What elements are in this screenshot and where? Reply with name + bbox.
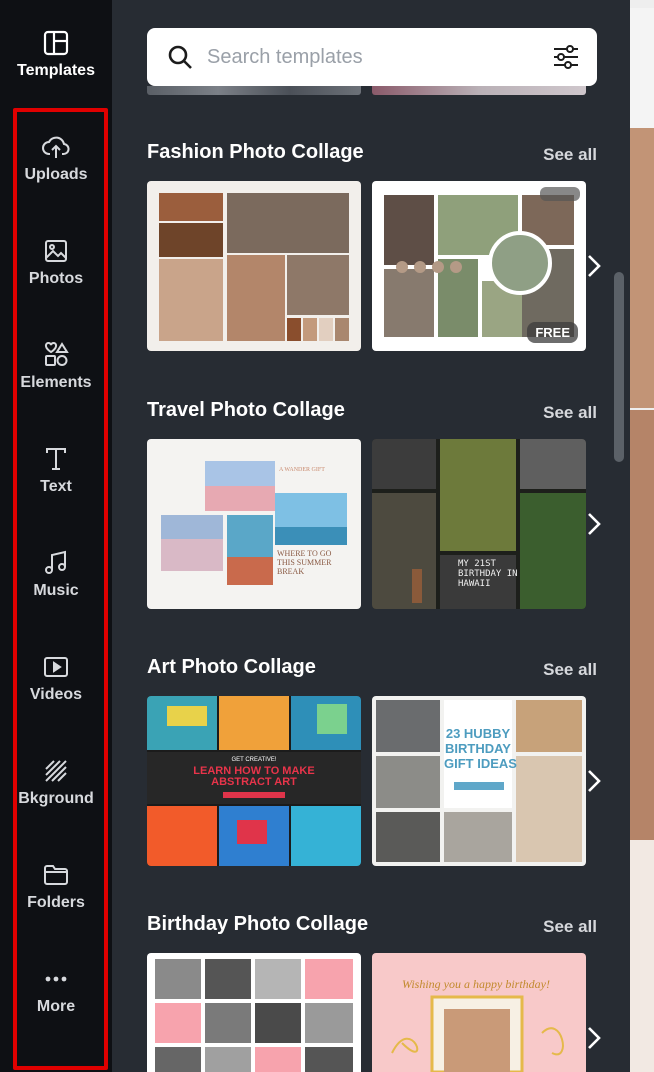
text-icon bbox=[41, 444, 71, 474]
sidebar-item-label: Uploads bbox=[24, 166, 88, 183]
sidebar-item-text[interactable]: Text bbox=[0, 426, 112, 522]
section-title-fashion: Fashion Photo Collage bbox=[147, 141, 364, 163]
scroll-right-chevron-icon[interactable] bbox=[582, 761, 606, 801]
sidebar-item-elements[interactable]: Elements bbox=[0, 322, 112, 418]
sidebar-item-templates[interactable]: Templates bbox=[0, 10, 112, 106]
cloud-upload-icon bbox=[41, 132, 71, 162]
sidebar-item-label: Photos bbox=[28, 270, 84, 287]
folder-icon bbox=[41, 860, 71, 890]
video-play-icon bbox=[41, 652, 71, 682]
see-all-birthday-link[interactable]: See all bbox=[543, 917, 597, 937]
section-title-birthday: Birthday Photo Collage bbox=[147, 913, 369, 935]
photo-icon bbox=[41, 236, 71, 266]
see-all-art-link[interactable]: See all bbox=[543, 660, 597, 680]
see-all-travel-link[interactable]: See all bbox=[543, 403, 597, 423]
card-headline-text: 23 HUBBY BIRTHDAY GIFT IDEAS bbox=[444, 726, 517, 771]
free-badge: FREE bbox=[527, 322, 578, 343]
template-thumbnail-birthday-2[interactable]: Wishing you a happy birthday! bbox=[372, 953, 586, 1072]
sidebar-item-folders[interactable]: Folders bbox=[0, 842, 112, 938]
section-title-art: Art Photo Collage bbox=[147, 656, 316, 678]
sidebar-item-label: Bkground bbox=[18, 790, 94, 807]
panel-scrollbar[interactable] bbox=[614, 272, 624, 462]
sidebar-item-music[interactable]: Music bbox=[0, 530, 112, 626]
scroll-right-chevron-icon[interactable] bbox=[582, 504, 606, 544]
see-all-fashion-link[interactable]: See all bbox=[543, 145, 597, 165]
sidebar-item-label: Templates bbox=[17, 62, 95, 79]
previous-row-thumbnail[interactable] bbox=[147, 86, 361, 95]
template-thumbnail-art-1[interactable]: GET CREATIVE! LEARN HOW TO MAKE ABSTRACT… bbox=[147, 696, 361, 866]
sidebar-item-label: Videos bbox=[29, 686, 83, 703]
more-dots-icon bbox=[41, 964, 71, 994]
template-thumbnail-fashion-2[interactable]: FREE bbox=[372, 181, 586, 351]
template-thumbnail-fashion-1[interactable] bbox=[147, 181, 361, 351]
card-small-text: A WANDER GIFT bbox=[279, 467, 325, 473]
card-headline-text: Wishing you a happy birthday! bbox=[402, 977, 550, 991]
sidebar-item-more[interactable]: More bbox=[0, 946, 112, 1042]
template-thumbnail-travel-1[interactable]: A WANDER GIFT WHERE TO GO THIS SUMMER BR… bbox=[147, 439, 361, 609]
scroll-right-chevron-icon[interactable] bbox=[582, 246, 606, 286]
search-icon[interactable] bbox=[165, 42, 195, 72]
sidebar-item-label: Folders bbox=[27, 894, 85, 911]
sidebar-item-photos[interactable]: Photos bbox=[0, 218, 112, 314]
search-bar bbox=[147, 28, 597, 86]
sidebar-item-background[interactable]: Bkground bbox=[0, 738, 112, 834]
sidebar-item-videos[interactable]: Videos bbox=[0, 634, 112, 730]
scroll-right-chevron-icon[interactable] bbox=[582, 1018, 606, 1058]
card-headline-text: MY 21ST BIRTHDAY IN HAWAII bbox=[458, 559, 518, 589]
card-headline-text: LEARN HOW TO MAKE ABSTRACT ART bbox=[193, 765, 315, 788]
template-thumbnail-travel-2[interactable]: MY 21ST BIRTHDAY IN HAWAII bbox=[372, 439, 586, 609]
canvas-preview-edge bbox=[630, 0, 654, 1072]
templates-panel: Fashion Photo Collage See all bbox=[112, 0, 630, 1072]
template-thumbnail-birthday-1[interactable] bbox=[147, 953, 361, 1072]
sidebar-item-label: Music bbox=[33, 582, 79, 599]
shapes-icon bbox=[41, 340, 71, 370]
card-small-text: GET CREATIVE! bbox=[231, 757, 277, 763]
music-note-icon bbox=[41, 548, 71, 578]
previous-row-thumbnail[interactable] bbox=[372, 86, 586, 95]
background-pattern-icon bbox=[41, 756, 71, 786]
sidebar-item-uploads[interactable]: Uploads bbox=[0, 114, 112, 210]
search-input[interactable] bbox=[207, 37, 551, 77]
section-title-travel: Travel Photo Collage bbox=[147, 399, 345, 421]
templates-icon bbox=[41, 28, 71, 58]
sidebar-item-label: Elements bbox=[20, 374, 92, 391]
sidebar-item-label: More bbox=[36, 998, 76, 1015]
card-headline-text: WHERE TO GO THIS SUMMER BREAK bbox=[277, 549, 332, 576]
sidebar: Templates Uploads Photos Elements Text M… bbox=[0, 0, 112, 1072]
sidebar-item-label: Text bbox=[40, 478, 72, 495]
filter-sliders-icon[interactable] bbox=[551, 42, 581, 72]
template-thumbnail-art-2[interactable]: 23 HUBBY BIRTHDAY GIFT IDEAS bbox=[372, 696, 586, 866]
